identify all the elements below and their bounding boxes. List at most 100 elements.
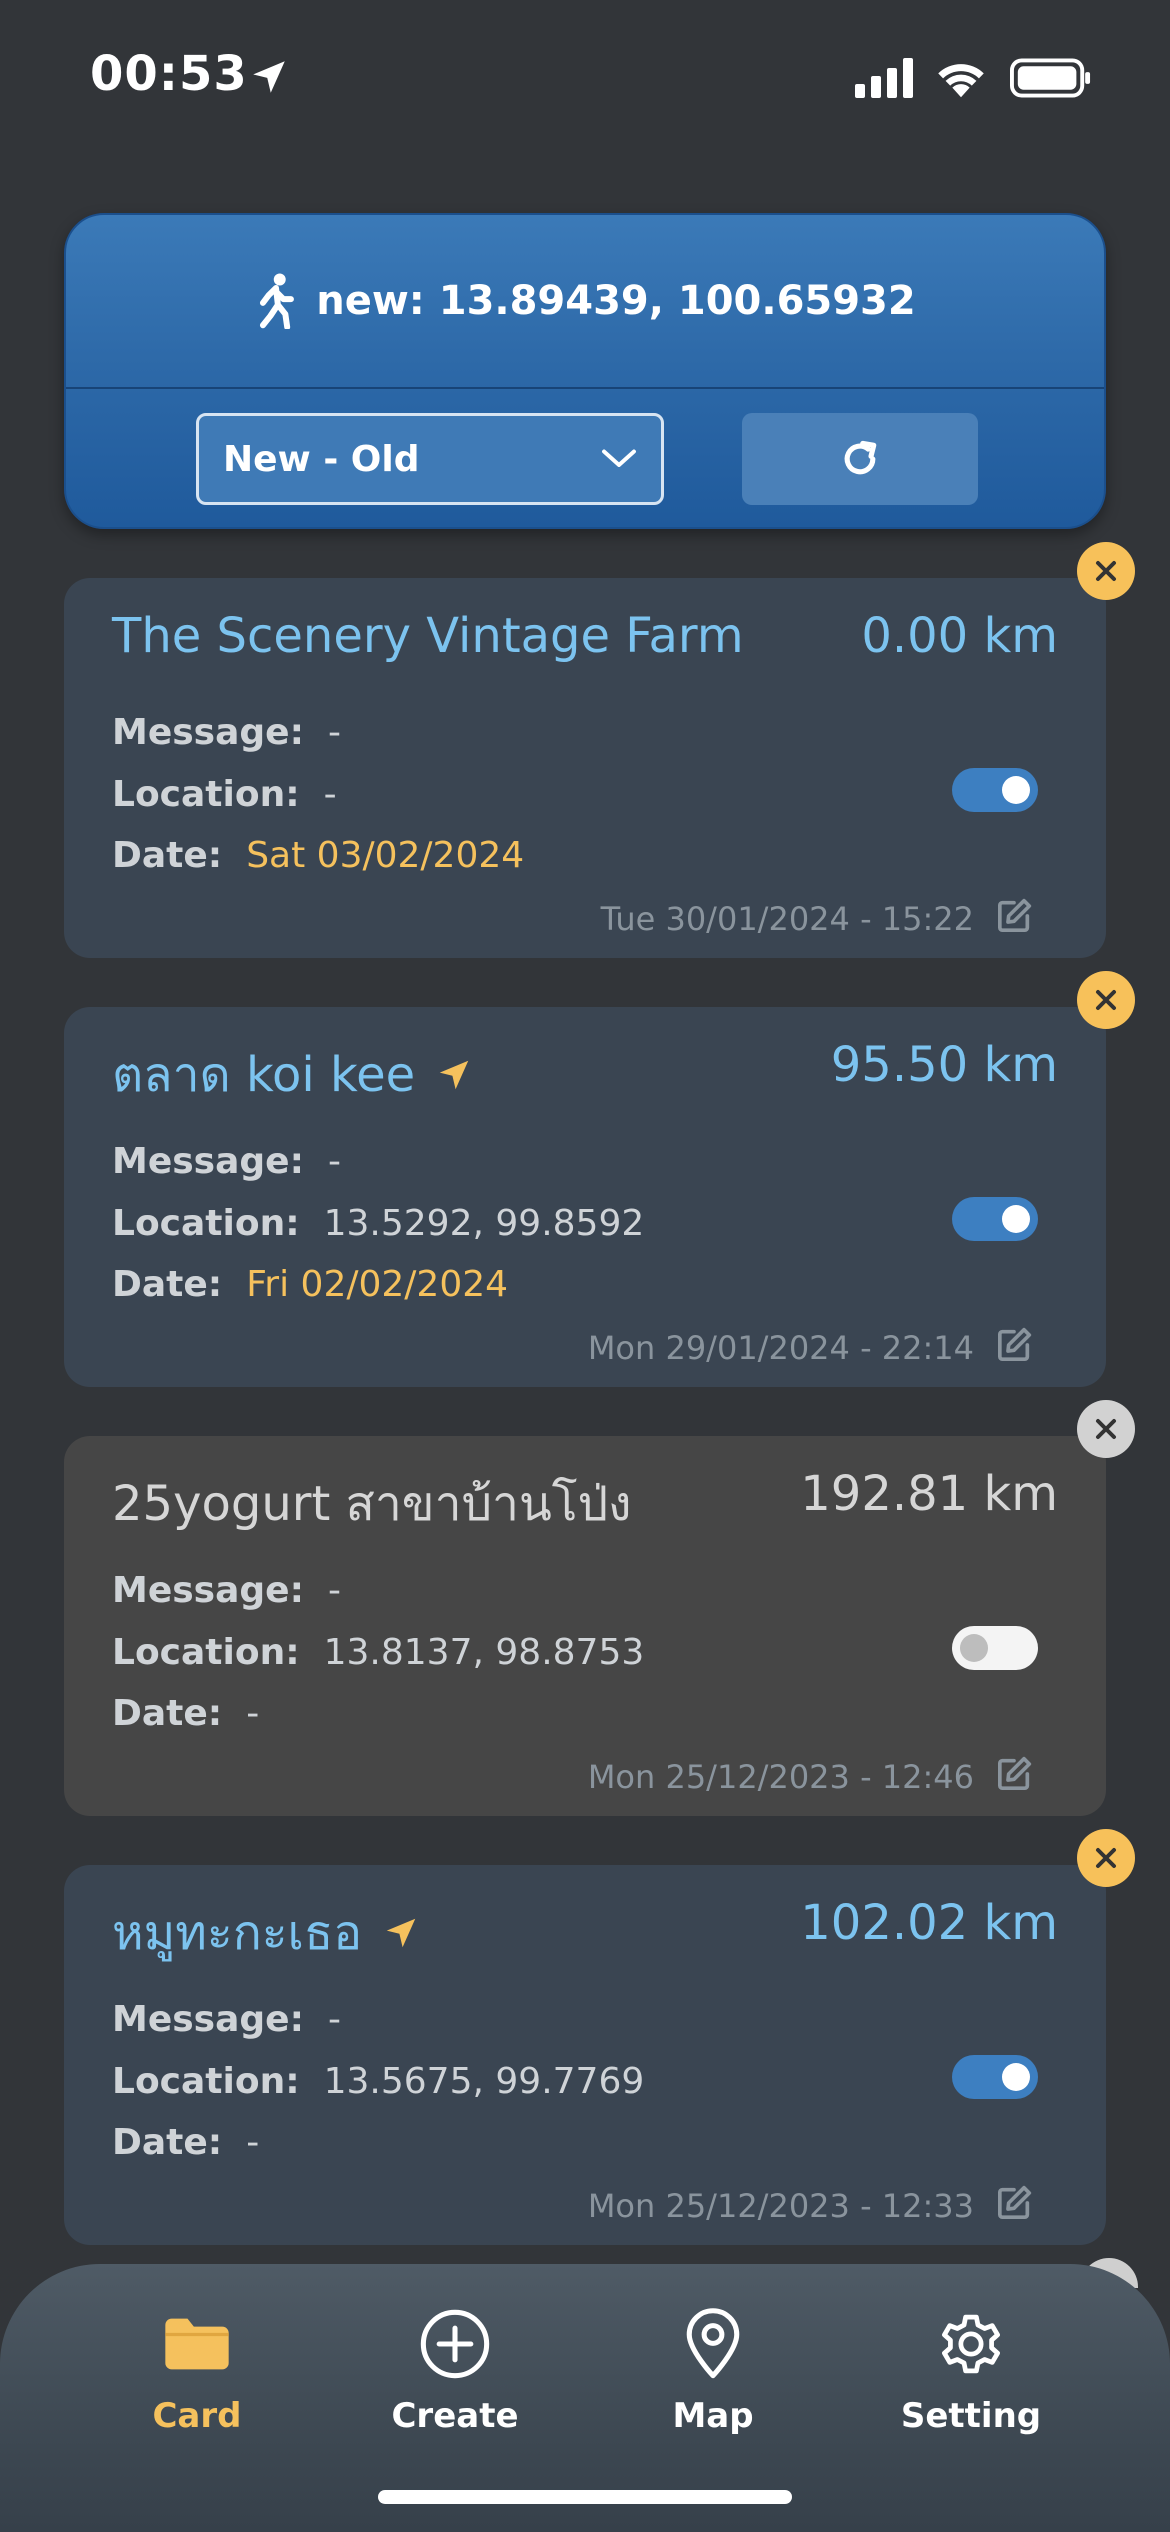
toggle-knob bbox=[1002, 776, 1030, 804]
card-title-text: 25yogurt สาขาบ้านโป่ง bbox=[112, 1476, 632, 1532]
cellular-signal-icon bbox=[855, 58, 913, 98]
sort-order-dropdown[interactable]: New - Old bbox=[196, 413, 664, 505]
close-icon bbox=[1096, 1419, 1116, 1439]
folder-icon bbox=[165, 2318, 229, 2370]
chevron-down-icon bbox=[602, 449, 636, 467]
message-row: Message: - bbox=[112, 712, 341, 753]
tab-setting[interactable]: Setting bbox=[871, 2306, 1071, 2436]
navigation-arrow-icon bbox=[439, 1060, 469, 1090]
card-distance: 192.81 km bbox=[800, 1466, 1058, 1522]
tab-label: Create bbox=[391, 2396, 519, 2436]
card-title: 25yogurt สาขาบ้านโป่ง bbox=[112, 1466, 632, 1542]
location-row: Location: - bbox=[112, 774, 337, 815]
edit-icon[interactable] bbox=[994, 2183, 1034, 2223]
tab-label: Setting bbox=[900, 2396, 1042, 2436]
message-value: - bbox=[327, 712, 341, 753]
card-enabled-toggle[interactable] bbox=[952, 1626, 1038, 1670]
remove-card-button[interactable] bbox=[1077, 542, 1135, 600]
card-distance: 102.02 km bbox=[800, 1895, 1058, 1951]
location-value: 13.5675, 99.7769 bbox=[323, 2061, 645, 2102]
location-card[interactable]: หมูทะกะเธอ 102.02 km Message: - Location… bbox=[64, 1865, 1106, 2245]
remove-card-button[interactable] bbox=[1077, 1400, 1135, 1458]
current-location-row: new: 13.89439, 100.65932 bbox=[66, 215, 1104, 387]
location-value: 13.8137, 98.8753 bbox=[323, 1632, 645, 1673]
date-label: Date: bbox=[112, 1264, 223, 1305]
edit-icon[interactable] bbox=[994, 1754, 1034, 1794]
date-row: Date: - bbox=[112, 1693, 259, 1734]
gear-icon bbox=[942, 2314, 1000, 2374]
date-row: Date: Fri 02/02/2024 bbox=[112, 1264, 508, 1305]
location-label: Location: bbox=[112, 774, 300, 815]
card-title: หมูทะกะเธอ bbox=[112, 1895, 420, 1971]
location-value: 13.5292, 99.8592 bbox=[323, 1203, 645, 1244]
current-location-panel: new: 13.89439, 100.65932 New - Old bbox=[64, 213, 1106, 529]
location-row: Location: 13.5292, 99.8592 bbox=[112, 1203, 644, 1244]
close-icon bbox=[1096, 1848, 1116, 1868]
card-enabled-toggle[interactable] bbox=[952, 768, 1038, 812]
date-value: Sat 03/02/2024 bbox=[246, 835, 525, 876]
date-value: - bbox=[246, 2122, 260, 2163]
walking-person-icon bbox=[260, 273, 295, 329]
message-row: Message: - bbox=[112, 1999, 341, 2040]
card-distance: 0.00 km bbox=[861, 608, 1058, 664]
message-value: - bbox=[327, 1570, 341, 1611]
location-label: Location: bbox=[112, 2061, 300, 2102]
home-indicator bbox=[378, 2490, 792, 2504]
location-card[interactable]: 25yogurt สาขาบ้านโป่ง 192.81 km Message:… bbox=[64, 1436, 1106, 1816]
toggle-knob bbox=[960, 1634, 988, 1662]
location-arrow-icon bbox=[253, 61, 285, 93]
tab-card[interactable]: Card bbox=[97, 2306, 297, 2436]
date-label: Date: bbox=[112, 835, 223, 876]
location-label: Location: bbox=[112, 1632, 300, 1673]
date-value: - bbox=[246, 1693, 260, 1734]
card-title-text: The Scenery Vintage Farm bbox=[112, 608, 744, 664]
message-label: Message: bbox=[112, 1141, 304, 1182]
navigation-arrow-icon bbox=[386, 1918, 416, 1948]
remove-card-button[interactable] bbox=[1077, 1829, 1135, 1887]
refresh-icon bbox=[844, 440, 877, 475]
card-timestamp: Mon 25/12/2023 - 12:46 bbox=[587, 1758, 974, 1796]
message-row: Message: - bbox=[112, 1141, 341, 1182]
battery-icon bbox=[1010, 58, 1091, 98]
card-title: ตลาด koi kee bbox=[112, 1037, 473, 1113]
date-label: Date: bbox=[112, 2122, 223, 2163]
card-title-text: หมูทะกะเธอ bbox=[112, 1905, 363, 1961]
message-label: Message: bbox=[112, 1999, 304, 2040]
toggle-knob bbox=[1002, 2063, 1030, 2091]
message-row: Message: - bbox=[112, 1570, 341, 1611]
card-enabled-toggle[interactable] bbox=[952, 1197, 1038, 1241]
card-distance: 95.50 km bbox=[830, 1037, 1058, 1093]
location-card[interactable]: ตลาด koi kee 95.50 km Message: - Locatio… bbox=[64, 1007, 1106, 1387]
location-value: - bbox=[323, 774, 337, 815]
edit-icon[interactable] bbox=[994, 896, 1034, 936]
location-label: Location: bbox=[112, 1203, 300, 1244]
map-pin-icon bbox=[686, 2308, 740, 2379]
tab-map[interactable]: Map bbox=[613, 2306, 813, 2436]
card-timestamp: Mon 25/12/2023 - 12:33 bbox=[587, 2187, 974, 2225]
sort-order-value: New - Old bbox=[223, 438, 420, 480]
plus-circle-icon bbox=[420, 2309, 490, 2379]
remove-card-button[interactable] bbox=[1077, 971, 1135, 1029]
close-icon bbox=[1096, 990, 1116, 1010]
close-icon bbox=[1096, 561, 1116, 581]
wifi-icon bbox=[938, 64, 984, 98]
location-row: Location: 13.5675, 99.7769 bbox=[112, 2061, 644, 2102]
card-enabled-toggle[interactable] bbox=[952, 2055, 1038, 2099]
message-label: Message: bbox=[112, 712, 304, 753]
current-coordinates: new: 13.89439, 100.65932 bbox=[316, 278, 916, 324]
header-divider bbox=[66, 387, 1104, 389]
location-card[interactable]: The Scenery Vintage Farm 0.00 km Message… bbox=[64, 578, 1106, 958]
status-time: 00:53 bbox=[90, 46, 248, 102]
edit-icon[interactable] bbox=[994, 1325, 1034, 1365]
tab-label: Map bbox=[672, 2396, 754, 2436]
toggle-knob bbox=[1002, 1205, 1030, 1233]
refresh-button[interactable] bbox=[742, 413, 978, 505]
location-row: Location: 13.8137, 98.8753 bbox=[112, 1632, 644, 1673]
date-row: Date: Sat 03/02/2024 bbox=[112, 835, 524, 876]
tab-create[interactable]: Create bbox=[355, 2306, 555, 2436]
date-row: Date: - bbox=[112, 2122, 259, 2163]
card-title-text: ตลาด koi kee bbox=[112, 1047, 416, 1103]
card-timestamp: Tue 30/01/2024 - 15:22 bbox=[600, 900, 974, 938]
message-label: Message: bbox=[112, 1570, 304, 1611]
date-label: Date: bbox=[112, 1693, 223, 1734]
